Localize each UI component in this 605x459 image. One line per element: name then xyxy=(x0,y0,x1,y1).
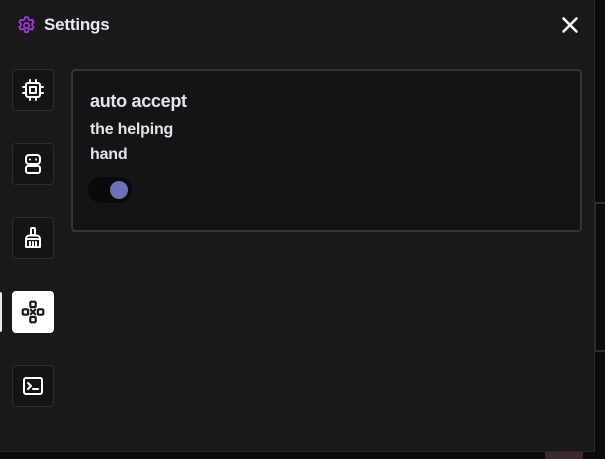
setting-title: auto accept xyxy=(90,91,187,111)
settings-dialog: Settings auto accept the helping hand xyxy=(0,0,595,452)
sidebar-item-game[interactable] xyxy=(12,291,54,333)
gear-icon xyxy=(18,16,35,33)
broom-icon xyxy=(25,227,41,248)
background-window-edge xyxy=(594,202,605,352)
cpu-chip-icon xyxy=(22,79,44,101)
active-tab-indicator xyxy=(0,292,2,332)
background-window-fragment xyxy=(545,452,583,459)
terminal-icon xyxy=(23,377,43,395)
sidebar-item-clean[interactable] xyxy=(12,217,54,259)
close-button[interactable] xyxy=(556,12,584,38)
sidebar-item-bot[interactable] xyxy=(12,143,54,185)
gamepad-icon xyxy=(21,300,45,324)
robot-icon xyxy=(25,154,41,174)
toggle-knob xyxy=(110,181,128,199)
dialog-title: Settings xyxy=(44,15,110,34)
sidebar-item-cpu[interactable] xyxy=(12,69,54,111)
close-icon xyxy=(562,17,578,33)
sidebar-item-terminal[interactable] xyxy=(12,365,54,407)
setting-card-auto-accept: auto accept the helping hand xyxy=(71,69,582,232)
auto-accept-toggle[interactable] xyxy=(88,177,132,203)
setting-description: the helping hand xyxy=(90,121,174,163)
dialog-header: Settings xyxy=(0,0,595,50)
